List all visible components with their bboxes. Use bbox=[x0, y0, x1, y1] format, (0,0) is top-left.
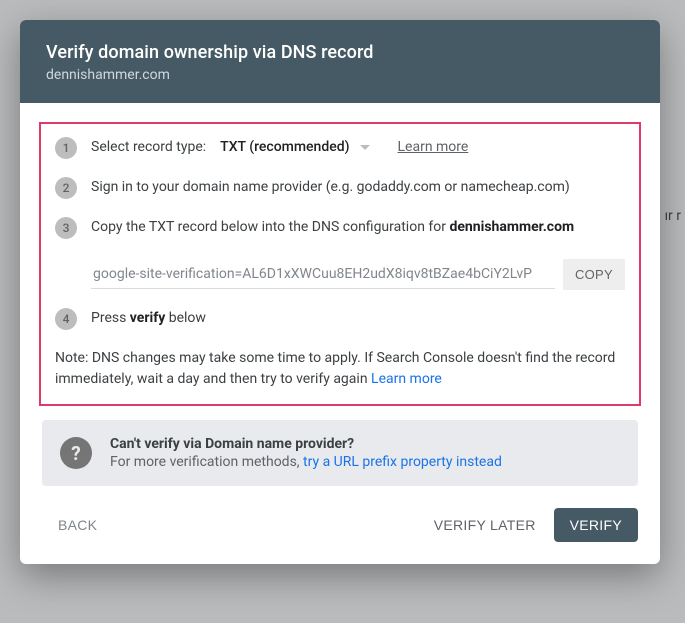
step-3-domain: dennishammer.com bbox=[449, 219, 574, 235]
note-learn-more-link[interactable]: Learn more bbox=[371, 371, 442, 387]
step-3: 3 Copy the TXT record below into the DNS… bbox=[55, 217, 625, 290]
chevron-down-icon[interactable] bbox=[360, 145, 370, 150]
dialog-header: Verify domain ownership via DNS record d… bbox=[20, 20, 660, 103]
step-number: 3 bbox=[55, 217, 77, 239]
alternate-verification-box: ? Can't verify via Domain name provider?… bbox=[42, 420, 638, 486]
txt-record-input[interactable] bbox=[91, 260, 555, 289]
verify-later-button[interactable]: VERIFY LATER bbox=[422, 509, 548, 541]
learn-more-link[interactable]: Learn more bbox=[398, 139, 469, 155]
dialog-title: Verify domain ownership via DNS record bbox=[46, 42, 634, 63]
note-text: Note: DNS changes may take some time to … bbox=[55, 350, 615, 387]
alt-sub-prefix: For more verification methods, bbox=[110, 454, 303, 470]
alt-title: Can't verify via Domain name provider? bbox=[110, 436, 502, 452]
verify-button[interactable]: VERIFY bbox=[554, 508, 638, 542]
dialog-subtitle: dennishammer.com bbox=[46, 67, 634, 83]
background-text: ır r bbox=[665, 208, 681, 224]
step-3-body: Copy the TXT record below into the DNS c… bbox=[91, 217, 625, 290]
step-4-prefix: Press bbox=[91, 310, 130, 326]
step-1-label: Select record type: bbox=[91, 139, 206, 155]
alt-subtext: For more verification methods, try a URL… bbox=[110, 454, 502, 470]
step-2: 2 Sign in to your domain name provider (… bbox=[55, 177, 625, 199]
step-4-suffix: below bbox=[165, 310, 206, 326]
txt-record-row: COPY bbox=[91, 259, 625, 290]
record-type-dropdown[interactable]: TXT (recommended) bbox=[220, 139, 349, 155]
dns-note: Note: DNS changes may take some time to … bbox=[55, 348, 625, 390]
back-button[interactable]: BACK bbox=[46, 509, 109, 541]
step-4: 4 Press verify below bbox=[55, 308, 625, 330]
verify-dns-dialog: Verify domain ownership via DNS record d… bbox=[20, 20, 660, 564]
step-number: 2 bbox=[55, 177, 77, 199]
step-4-body: Press verify below bbox=[91, 308, 625, 326]
step-1: 1 Select record type: TXT (recommended) … bbox=[55, 137, 625, 159]
url-prefix-link[interactable]: try a URL prefix property instead bbox=[303, 454, 502, 470]
instructions-box: 1 Select record type: TXT (recommended) … bbox=[39, 122, 641, 406]
step-1-body: Select record type: TXT (recommended) Le… bbox=[91, 137, 625, 155]
step-3-prefix: Copy the TXT record below into the DNS c… bbox=[91, 219, 449, 235]
dialog-footer: BACK VERIFY LATER VERIFY bbox=[20, 486, 660, 564]
step-2-text: Sign in to your domain name provider (e.… bbox=[91, 177, 625, 195]
step-number: 1 bbox=[55, 137, 77, 159]
copy-button[interactable]: COPY bbox=[563, 259, 625, 290]
help-icon: ? bbox=[60, 437, 92, 469]
step-number: 4 bbox=[55, 308, 77, 330]
step-4-bold: verify bbox=[130, 310, 165, 326]
